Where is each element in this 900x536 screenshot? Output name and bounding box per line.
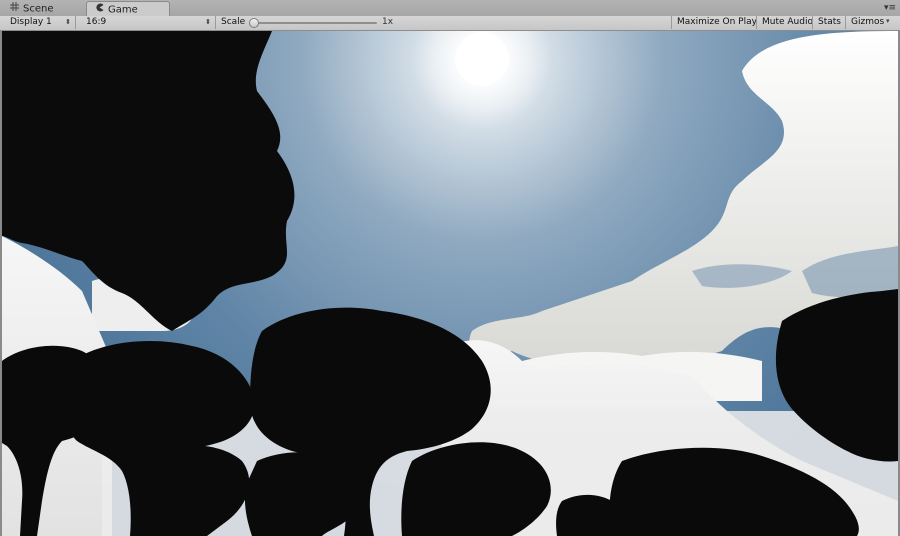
tab-scene-label: Scene [23, 3, 54, 15]
updown-arrow-icon: ⬍ [65, 18, 71, 26]
tab-game-label: Game [108, 4, 138, 16]
pacman-icon [95, 2, 104, 17]
scale-label: Scale [221, 17, 246, 27]
tab-game[interactable]: Game [86, 1, 170, 16]
aspect-dropdown-value: 16:9 [86, 17, 107, 27]
game-scene-render [2, 31, 898, 536]
scale-value: 1x [382, 17, 394, 27]
gizmos-dropdown-arrow-icon[interactable]: ▾ [886, 17, 890, 25]
aspect-dropdown[interactable]: 16:9 ⬍ [80, 16, 216, 29]
game-view[interactable] [2, 31, 898, 536]
grid-icon [10, 1, 19, 16]
mute-audio-button[interactable]: Mute Audio [756, 16, 818, 29]
window-menu-icon[interactable]: ▾≡ [884, 4, 896, 14]
updown-arrow-icon: ⬍ [205, 18, 211, 26]
editor-tab-bar: Scene Game ▾≡ [0, 0, 900, 17]
sun [455, 32, 509, 86]
display-dropdown[interactable]: Display 1 ⬍ [4, 16, 76, 29]
scale-slider-track[interactable] [253, 22, 377, 24]
game-toolbar: Display 1 ⬍ 16:9 ⬍ Scale 1x Maximize On … [0, 16, 900, 31]
stats-button[interactable]: Stats [812, 16, 846, 29]
maximize-on-play-button[interactable]: Maximize On Play [671, 16, 762, 29]
gizmos-button[interactable]: Gizmos [845, 16, 900, 29]
tab-scene[interactable]: Scene [2, 1, 84, 16]
gizmos-label: Gizmos [851, 17, 885, 27]
scale-slider-thumb[interactable] [249, 18, 259, 28]
display-dropdown-value: Display 1 [10, 17, 52, 27]
